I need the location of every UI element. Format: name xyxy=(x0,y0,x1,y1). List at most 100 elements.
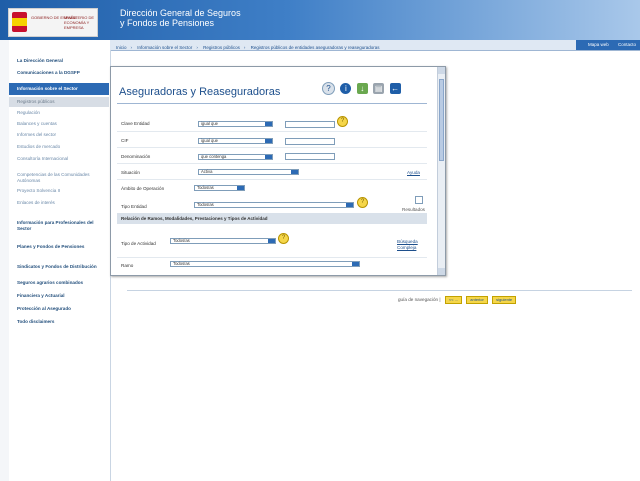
sidebar-item[interactable]: Financiera y Actuarial xyxy=(9,293,109,299)
site-title-line2: y Fondos de Pensiones xyxy=(120,18,215,28)
row-divider xyxy=(117,257,427,258)
logo-right-text: MINISTERIO DE ECONOMÍA Y EMPRESA xyxy=(64,15,95,30)
situacion-label: Situación xyxy=(121,170,140,175)
sidebar-item[interactable]: Competencias de las Comunidades Autónoma… xyxy=(9,172,109,184)
sidebar-item[interactable]: Todo disclaimers xyxy=(9,319,109,325)
nav-first-button[interactable]: << ... xyxy=(444,296,462,304)
denominacion-operator-value: que contenga xyxy=(201,154,227,159)
breadcrumb-item[interactable]: Inicio xyxy=(116,45,127,50)
panel-title-rule xyxy=(117,103,427,104)
content-divider xyxy=(127,290,632,291)
row-divider xyxy=(117,147,427,148)
chevron-down-icon xyxy=(265,122,272,126)
help-icon[interactable]: ? xyxy=(337,116,348,127)
resultados-checkbox[interactable] xyxy=(415,196,423,204)
sidebar-item[interactable]: Balances y cuentas xyxy=(9,121,109,127)
chevron-down-icon xyxy=(346,203,353,207)
breadcrumb-separator: › xyxy=(243,45,246,50)
sidebar-item[interactable]: Regulación xyxy=(9,110,109,116)
sidebar-item[interactable]: Informes del sector xyxy=(9,132,109,138)
help-icon[interactable]: ? xyxy=(278,233,289,244)
ramo-select[interactable]: Todos/as xyxy=(170,261,360,267)
breadcrumb: Inicio › Información sobre el Sector › Reg… xyxy=(116,45,383,50)
chevron-down-icon xyxy=(265,139,272,143)
actividad-value: Todos/as xyxy=(173,238,190,243)
government-logo[interactable]: GOBIERNO DE ESPAÑA MINISTERIO DE ECONOMÍ… xyxy=(8,8,98,37)
site-header: GOBIERNO DE ESPAÑA MINISTERIO DE ECONOMÍ… xyxy=(0,0,640,40)
sidebar-item[interactable]: La Dirección General xyxy=(9,58,109,64)
cif-input[interactable] xyxy=(285,138,335,145)
nav-previous-button[interactable]: anterior xyxy=(466,296,488,304)
sidebar-item[interactable]: Comunicaciones a la DGSFP xyxy=(9,70,109,76)
panel-scrollbar[interactable] xyxy=(437,67,445,275)
sidebar-item[interactable]: Enlaces de interés xyxy=(9,200,109,206)
info-icon[interactable]: i xyxy=(340,83,352,94)
panel-title: Aseguradoras y Reaseguradoras xyxy=(119,86,281,98)
denominacion-operator-select[interactable]: que contenga xyxy=(198,154,273,160)
actividad-select[interactable]: Todos/as xyxy=(170,238,276,244)
sidebar-item[interactable]: Estudios de mercado xyxy=(9,144,109,150)
row-divider xyxy=(117,179,427,180)
sidebar-item[interactable]: Seguros agrarios combinados xyxy=(9,280,109,286)
sidebar-item[interactable]: Proyecto Solvencia II xyxy=(9,188,109,194)
ambito-select[interactable]: Todos/as xyxy=(194,185,245,191)
resultados-label: Resultados xyxy=(402,207,425,212)
ramo-value: Todos/as xyxy=(173,261,190,266)
sidebar-item[interactable]: Consultoría Internacional xyxy=(9,156,109,162)
scrollbar-thumb[interactable] xyxy=(439,79,444,161)
denominacion-input[interactable] xyxy=(285,153,335,160)
print-icon[interactable]: ▤ xyxy=(373,83,385,94)
nav-next-button[interactable]: siguiente xyxy=(492,296,517,304)
help-icon[interactable]: ? xyxy=(322,82,335,95)
sidebar-item[interactable]: Planes y Fondos de Pensiones xyxy=(9,244,109,250)
sidebar-item[interactable]: Información para Profesionales del Secto… xyxy=(9,220,109,232)
denominacion-label: Denominación xyxy=(121,154,151,159)
top-link-sitemap[interactable]: Mapa web xyxy=(588,42,609,47)
cif-operator-value: igual que xyxy=(201,138,218,143)
breadcrumb-item[interactable]: Información sobre el Sector xyxy=(137,45,192,50)
situacion-select[interactable]: Activa xyxy=(198,169,299,175)
navigation-guide: guía de navegación | << ... anterior sig… xyxy=(398,296,517,304)
sidebar-item[interactable]: Registros públicos xyxy=(9,97,109,107)
clave-input[interactable] xyxy=(285,121,335,128)
site-title-line1: Dirección General de Seguros xyxy=(120,8,241,18)
site-title[interactable]: Dirección General de Seguros y Fondos de… xyxy=(120,8,241,28)
sidebar-item[interactable]: Protección al Asegurado xyxy=(9,306,109,312)
panel-toolbar: ? i ↓ ▤ ← xyxy=(322,82,405,98)
row-divider xyxy=(117,163,427,164)
chevron-down-icon xyxy=(237,186,244,190)
section-header: Relación de Ramos, Modalidades, Prestaci… xyxy=(117,213,427,224)
top-links: Mapa web Contacto xyxy=(575,40,640,50)
breadcrumb-item[interactable]: Registros públicos xyxy=(203,45,240,50)
top-link-contact[interactable]: Contacto xyxy=(618,42,636,47)
clave-operator-select[interactable]: igual que xyxy=(198,121,273,127)
clave-operator-value: igual que xyxy=(201,121,218,126)
clave-label: Clave Entidad xyxy=(121,121,150,126)
cif-operator-select[interactable]: igual que xyxy=(198,138,273,144)
breadcrumb-separator: › xyxy=(130,45,133,50)
row-divider xyxy=(117,131,427,132)
spain-crest-icon xyxy=(12,12,27,32)
export-icon[interactable]: ↓ xyxy=(356,83,368,94)
help-icon[interactable]: ? xyxy=(357,197,368,208)
chevron-down-icon xyxy=(291,170,298,174)
cif-label: CIF xyxy=(121,138,129,143)
nav-separator: | xyxy=(439,297,441,303)
breadcrumb-item: Registros públicos de entidades asegurad… xyxy=(250,45,380,50)
ambito-label: Ámbito de Operación xyxy=(121,186,165,191)
scroll-up-button[interactable] xyxy=(438,67,445,74)
ayuda-link[interactable]: Ayuda xyxy=(407,170,420,175)
search-panel: Aseguradoras y Reaseguradoras ? i ↓ ▤ ← … xyxy=(110,66,446,276)
sidebar-item[interactable]: Información sobre el Sector xyxy=(9,83,109,95)
scroll-down-button[interactable] xyxy=(438,268,445,275)
sidebar-item[interactable]: Sindicatos y Fondos de Distribución xyxy=(9,264,109,270)
navigation-guide-label: guía de navegación xyxy=(398,297,439,303)
sidebar: La Dirección General Comunicaciones a la … xyxy=(9,50,111,481)
busqueda-compleja-link[interactable]: Búsqueda Compleja xyxy=(397,239,432,251)
tipo-entidad-select[interactable]: Todos/as xyxy=(194,202,354,208)
chevron-down-icon xyxy=(265,155,272,159)
back-arrow-icon[interactable]: ← xyxy=(389,83,401,94)
ambito-value: Todos/as xyxy=(197,185,214,190)
left-edge-bar xyxy=(0,40,9,481)
situacion-value: Activa xyxy=(201,169,213,174)
